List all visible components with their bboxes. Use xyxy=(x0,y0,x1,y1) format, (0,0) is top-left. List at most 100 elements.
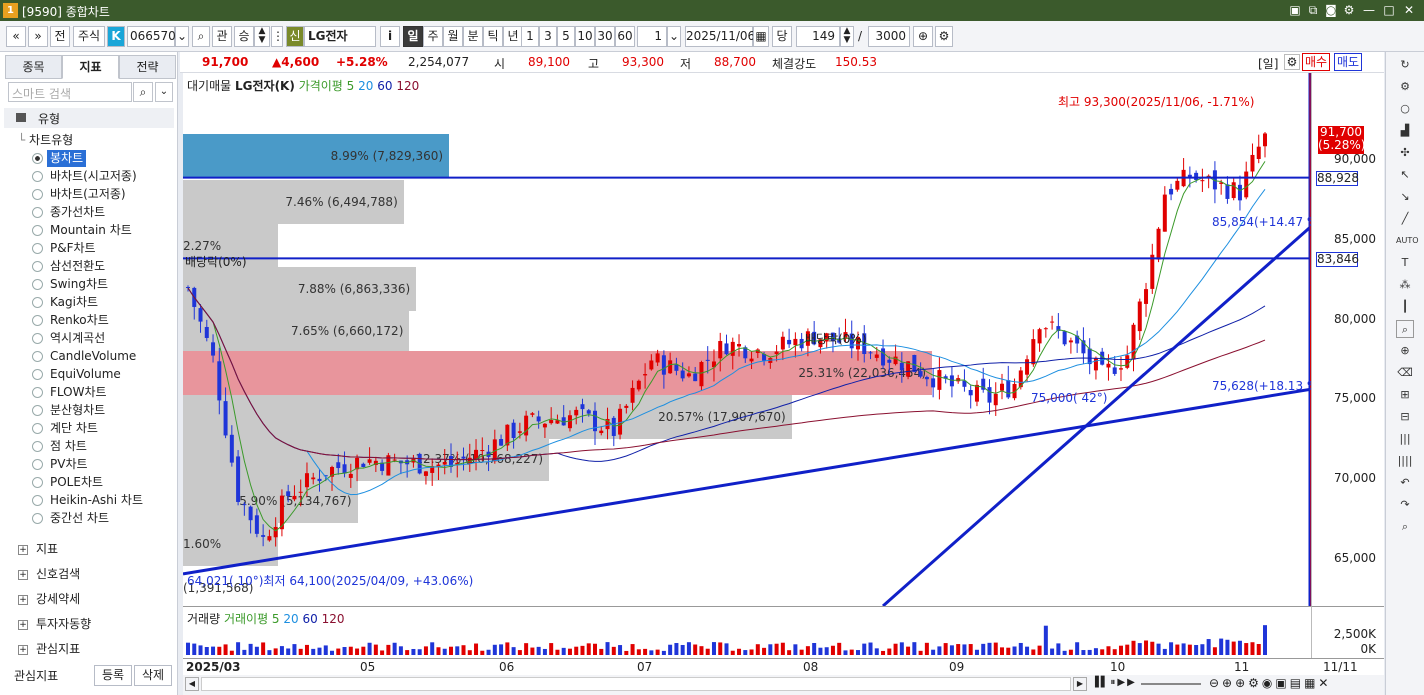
chart-type-item[interactable]: POLE차트 xyxy=(50,474,103,491)
date-input[interactable]: 2025/11/06 xyxy=(685,26,755,47)
camera-icon[interactable]: ◙ xyxy=(1324,3,1338,17)
zoom-icon[interactable]: ⌕ xyxy=(1396,320,1414,338)
updown-stepper[interactable]: ▲ ▼ xyxy=(254,26,270,47)
chart-type-item[interactable]: EquiVolume xyxy=(50,366,121,383)
zoom-buttons[interactable]: ⊖⊕⊕⚙◉▣▤▦✕ xyxy=(1209,676,1331,690)
section-signal-search[interactable]: + 신호검색 xyxy=(18,565,80,582)
chart-type-item[interactable]: FLOW차트 xyxy=(50,384,107,401)
dang-button[interactable]: 당 xyxy=(772,26,792,47)
pin-icon[interactable]: ▣ xyxy=(1288,3,1302,17)
price-chart[interactable]: 8.99% (7,829,360) 7.46% (6,494,788) 2.27% … xyxy=(183,73,1311,606)
section-strength[interactable]: + 강세약세 xyxy=(18,590,80,607)
radio-icon[interactable] xyxy=(32,153,43,164)
radio-icon[interactable] xyxy=(32,297,43,308)
chart-type-item[interactable]: 종가선차트 xyxy=(50,204,105,221)
chart-type-item[interactable]: Heikin-Ashi 차트 xyxy=(50,492,143,509)
radio-icon[interactable] xyxy=(32,477,43,488)
radio-icon[interactable] xyxy=(32,225,43,236)
period-year-tab[interactable]: 년 xyxy=(503,26,523,47)
radio-icon[interactable] xyxy=(32,189,43,200)
chart-icon[interactable]: ▟ xyxy=(1396,122,1414,140)
tab-indicator[interactable]: 지표 xyxy=(62,55,119,79)
code-dropdown-icon[interactable]: ⌄ xyxy=(175,26,189,47)
radio-icon[interactable] xyxy=(32,423,43,434)
radio-icon[interactable] xyxy=(32,387,43,398)
search-icon[interactable]: ⌕ xyxy=(133,82,153,102)
close-icon[interactable]: ✕ xyxy=(1402,3,1416,17)
period-minute-tab[interactable]: 분 xyxy=(463,26,483,47)
pattern-icon[interactable]: ⁂ xyxy=(1396,276,1414,294)
period-week-tab[interactable]: 주 xyxy=(423,26,443,47)
section-investor-trend[interactable]: + 투자자동향 xyxy=(18,615,91,632)
text-icon[interactable]: T xyxy=(1396,254,1414,272)
tab-stock[interactable]: 종목 xyxy=(5,55,62,79)
chart-type-item[interactable]: 역시계곡선 xyxy=(50,330,105,347)
settings-icon[interactable]: ⚙ xyxy=(1342,3,1356,17)
radio-icon[interactable] xyxy=(32,405,43,416)
minute-3-button[interactable]: 3 xyxy=(539,26,557,47)
radio-icon[interactable] xyxy=(32,261,43,272)
radio-icon[interactable] xyxy=(32,207,43,218)
filter-icon[interactable]: ⋮ xyxy=(271,26,284,47)
minute-60-button[interactable]: 60 xyxy=(615,26,635,47)
minute-1-button[interactable]: 1 xyxy=(521,26,539,47)
chart-type-item[interactable]: P&F차트 xyxy=(50,240,96,257)
chart-scrollbar[interactable]: ◀ ▶ ▐▌⏸▶▶ ⊖⊕⊕⚙◉▣▤▦✕ xyxy=(183,675,1384,695)
scroll-right-icon[interactable]: ▶ xyxy=(1073,677,1087,691)
minimize-icon[interactable]: — xyxy=(1362,3,1376,17)
group-type-header[interactable]: 유형 xyxy=(4,108,174,128)
scroll-left-icon[interactable]: ◀ xyxy=(185,677,199,691)
magnify-icon[interactable]: ⊕ xyxy=(1396,342,1414,360)
bars-icon[interactable]: ||| xyxy=(1396,430,1414,448)
prev-button[interactable]: « xyxy=(6,26,26,47)
measure-icon[interactable]: ⊟ xyxy=(1396,408,1414,426)
max-count-input[interactable]: 3000 xyxy=(868,26,910,47)
scroll-track[interactable] xyxy=(201,677,1071,691)
chart-type-item[interactable]: PV차트 xyxy=(50,456,88,473)
radio-icon[interactable] xyxy=(32,315,43,326)
search-icon[interactable]: ⌕ xyxy=(192,26,210,47)
count-stepper[interactable]: ▲ ▼ xyxy=(840,26,854,47)
minute-30-button[interactable]: 30 xyxy=(595,26,615,47)
interval-input[interactable]: 1 xyxy=(637,26,667,47)
minute-10-button[interactable]: 10 xyxy=(575,26,595,47)
eraser-icon[interactable]: ⌫ xyxy=(1396,364,1414,382)
info-button[interactable]: i xyxy=(380,26,400,47)
delete-button[interactable]: 삭제 xyxy=(134,665,172,686)
chart-type-item[interactable]: CandleVolume xyxy=(50,348,136,365)
radio-icon[interactable] xyxy=(32,459,43,470)
gear-icon[interactable]: ⚙ xyxy=(935,26,953,47)
auto-icon[interactable]: AUTO xyxy=(1396,232,1419,250)
radio-icon[interactable] xyxy=(32,513,43,524)
chart-type-item[interactable]: Swing차트 xyxy=(50,276,108,293)
chart-type-item[interactable]: 바차트(시고저종) xyxy=(50,168,137,185)
chart-type-item[interactable]: 중간선 차트 xyxy=(50,510,109,527)
sell-button[interactable]: 매도 xyxy=(1334,53,1362,71)
register-button[interactable]: 등록 xyxy=(94,665,132,686)
radio-icon[interactable] xyxy=(32,351,43,362)
radio-icon[interactable] xyxy=(32,441,43,452)
chart-type-item[interactable]: 분산형차트 xyxy=(50,402,105,419)
redo-icon[interactable]: ↷ xyxy=(1396,496,1414,514)
section-watch-indicator[interactable]: + 관심지표 xyxy=(18,640,80,657)
market-select[interactable]: 주식 xyxy=(73,26,105,47)
maximize-icon[interactable]: □ xyxy=(1382,3,1396,17)
fibonacci-icon[interactable]: ⊞ xyxy=(1396,386,1414,404)
period-month-tab[interactable]: 월 xyxy=(443,26,463,47)
chart-type-item[interactable]: 바차트(고저종) xyxy=(50,186,126,203)
seung-button[interactable]: 승 xyxy=(234,26,254,47)
k-badge[interactable]: K xyxy=(107,26,125,47)
chart-type-item[interactable]: 점 차트 xyxy=(50,438,87,455)
radio-icon[interactable] xyxy=(32,333,43,344)
trendline-icon[interactable]: ╱ xyxy=(1396,210,1414,228)
smart-search-input[interactable]: 스마트 검색 xyxy=(8,82,132,102)
chart-type-item[interactable]: 계단 차트 xyxy=(50,420,98,437)
cross-icon[interactable]: ✣ xyxy=(1396,144,1414,162)
candle-icon[interactable]: ┃ xyxy=(1396,298,1414,316)
radio-icon[interactable] xyxy=(32,495,43,506)
refresh-icon[interactable]: ↻ xyxy=(1396,56,1414,74)
stock-name-field[interactable]: LG전자 xyxy=(304,26,376,47)
period-day-tab[interactable]: 일 xyxy=(403,26,423,47)
undo-icon[interactable]: ↶ xyxy=(1396,474,1414,492)
line-icon[interactable]: ↘ xyxy=(1396,188,1414,206)
